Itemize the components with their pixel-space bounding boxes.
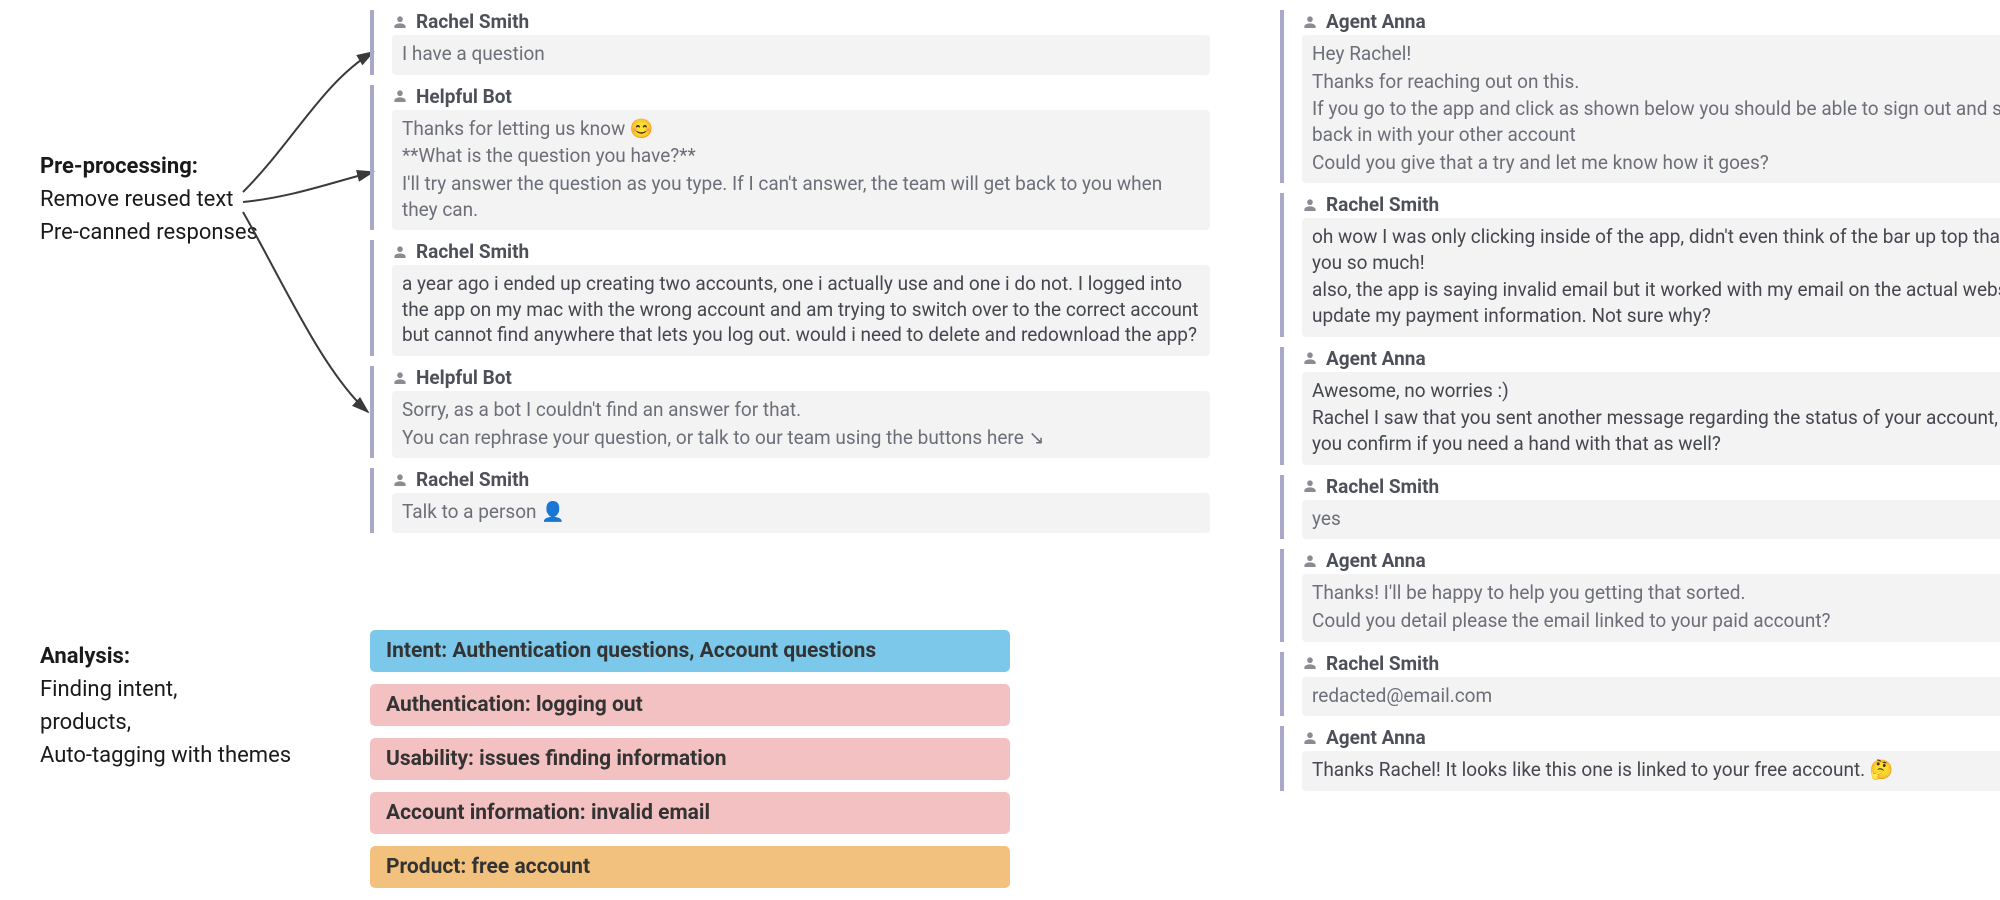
chat-message-line: Thanks for letting us know 😊 bbox=[402, 116, 1200, 142]
chat-message-line: Sorry, as a bot I couldn't find an answe… bbox=[402, 397, 1200, 423]
chat-message: Helpful Bot Sorry, as a bot I couldn't fi… bbox=[370, 366, 1210, 458]
chat-message-line: Hey Rachel! bbox=[1312, 41, 2000, 67]
chat-message-header: Rachel Smith bbox=[392, 240, 1210, 263]
chat-message-header: Rachel Smith bbox=[1302, 193, 2000, 216]
analysis-line: Finding intent, bbox=[40, 673, 291, 706]
person-icon bbox=[392, 370, 408, 386]
person-icon bbox=[1302, 478, 1318, 494]
chat-author-name: Helpful Bot bbox=[416, 85, 512, 108]
chat-message-header: Rachel Smith bbox=[392, 468, 1210, 491]
chat-message-line: Thanks Rachel! It looks like this one is… bbox=[1312, 757, 2000, 783]
chat-thread-right: Agent AnnaHey Rachel!Thanks for reaching… bbox=[1280, 10, 2000, 801]
chat-author-name: Rachel Smith bbox=[1326, 475, 1439, 498]
arrows-preprocessing bbox=[233, 22, 393, 542]
chat-message: Agent AnnaHey Rachel!Thanks for reaching… bbox=[1280, 10, 2000, 183]
chat-message-line: I'll try answer the question as you type… bbox=[402, 171, 1200, 222]
chat-author-name: Rachel Smith bbox=[1326, 193, 1439, 216]
chat-author-name: Helpful Bot bbox=[416, 366, 512, 389]
chat-message: Rachel Smith a year ago i ended up creati… bbox=[370, 240, 1210, 356]
chat-message-body: Thanks Rachel! It looks like this one is… bbox=[1302, 751, 2000, 791]
chat-message-header: Rachel Smith bbox=[1302, 475, 2000, 498]
chat-message: Helpful BotThanks for letting us know 😊*… bbox=[370, 85, 1210, 231]
chat-author-name: Agent Anna bbox=[1326, 726, 1426, 749]
chat-message: Rachel Smith Talk to a person 👤 bbox=[370, 468, 1210, 533]
person-icon bbox=[392, 244, 408, 260]
chat-message-header: Agent Anna bbox=[1302, 10, 2000, 33]
preprocessing-line: Pre-canned responses bbox=[40, 216, 258, 249]
chat-message-body: Talk to a person 👤 bbox=[392, 493, 1210, 533]
tag-authentication: Authentication: logging out bbox=[370, 684, 1010, 726]
preprocessing-title: Pre-processing: bbox=[40, 150, 258, 183]
person-icon bbox=[392, 14, 408, 30]
person-icon bbox=[392, 88, 408, 104]
preprocessing-line: Remove reused text bbox=[40, 183, 258, 216]
chat-message-line: Thanks for reaching out on this. bbox=[1312, 69, 2000, 95]
chat-message-line: Could you give that a try and let me kno… bbox=[1312, 150, 2000, 176]
chat-message-line: oh wow I was only clicking inside of the… bbox=[1312, 224, 2000, 275]
chat-author-name: Agent Anna bbox=[1326, 10, 1426, 33]
chat-message-header: Agent Anna bbox=[1302, 549, 2000, 572]
person-icon bbox=[1302, 350, 1318, 366]
chat-author-name: Rachel Smith bbox=[416, 468, 529, 491]
tag-usability: Usability: issues finding information bbox=[370, 738, 1010, 780]
chat-message-header: Agent Anna bbox=[1302, 726, 2000, 749]
chat-message-line: **What is the question you have?** bbox=[402, 143, 1200, 169]
chat-message-line: You can rephrase your question, or talk … bbox=[402, 425, 1200, 451]
chat-thread-left: Rachel Smith I have a question Helpful Bot… bbox=[370, 10, 1210, 543]
chat-message-line: Talk to a person 👤 bbox=[402, 499, 1200, 525]
chat-message-body: Thanks for letting us know 😊**What is th… bbox=[392, 110, 1210, 231]
analysis-label: Analysis: Finding intent, products, Auto… bbox=[40, 640, 291, 772]
chat-message: Rachel Smith yes bbox=[1280, 475, 2000, 540]
chat-message-body: Awesome, no worries :)Rachel I saw that … bbox=[1302, 372, 2000, 465]
chat-message-line: Thanks! I'll be happy to help you gettin… bbox=[1312, 580, 2000, 606]
tag-account-info: Account information: invalid email bbox=[370, 792, 1010, 834]
chat-message-header: Rachel Smith bbox=[392, 10, 1210, 33]
chat-message-line: redacted@email.com bbox=[1312, 683, 2000, 709]
chat-message-body: a year ago i ended up creating two accou… bbox=[392, 265, 1210, 356]
chat-message-body: Hey Rachel!Thanks for reaching out on th… bbox=[1302, 35, 2000, 183]
chat-message-line: Could you detail please the email linked… bbox=[1312, 608, 2000, 634]
analysis-line: Auto-tagging with themes bbox=[40, 739, 291, 772]
chat-author-name: Rachel Smith bbox=[1326, 652, 1439, 675]
chat-author-name: Agent Anna bbox=[1326, 347, 1426, 370]
chat-message: Agent Anna Thanks! I'll be happy to help … bbox=[1280, 549, 2000, 641]
chat-message-body: I have a question bbox=[392, 35, 1210, 75]
person-icon bbox=[1302, 553, 1318, 569]
chat-message-body: Thanks! I'll be happy to help you gettin… bbox=[1302, 574, 2000, 641]
analysis-line: products, bbox=[40, 706, 291, 739]
chat-message: Agent Anna Thanks Rachel! It looks like t… bbox=[1280, 726, 2000, 791]
chat-message-header: Rachel Smith bbox=[1302, 652, 2000, 675]
tag-intent: Intent: Authentication questions, Accoun… bbox=[370, 630, 1010, 672]
person-icon bbox=[1302, 655, 1318, 671]
person-icon bbox=[1302, 14, 1318, 30]
chat-message-line: also, the app is saying invalid email bu… bbox=[1312, 277, 2000, 328]
chat-message-header: Helpful Bot bbox=[392, 85, 1210, 108]
chat-message-line: Awesome, no worries :) bbox=[1312, 378, 2000, 404]
person-icon bbox=[392, 472, 408, 488]
chat-message-line: If you go to the app and click as shown … bbox=[1312, 96, 2000, 147]
chat-author-name: Agent Anna bbox=[1326, 549, 1426, 572]
chat-message-header: Agent Anna bbox=[1302, 347, 2000, 370]
chat-author-name: Rachel Smith bbox=[416, 10, 529, 33]
chat-message-header: Helpful Bot bbox=[392, 366, 1210, 389]
chat-message-line: yes bbox=[1312, 506, 2000, 532]
chat-message-body: oh wow I was only clicking inside of the… bbox=[1302, 218, 2000, 337]
chat-message: Rachel Smith oh wow I was only clicking i… bbox=[1280, 193, 2000, 337]
chat-message-line: I have a question bbox=[402, 41, 1200, 67]
chat-author-name: Rachel Smith bbox=[416, 240, 529, 263]
chat-message: Agent AnnaAwesome, no worries :)Rachel I… bbox=[1280, 347, 2000, 465]
preprocessing-label: Pre-processing: Remove reused text Pre-c… bbox=[40, 150, 258, 249]
chat-message-body: yes bbox=[1302, 500, 2000, 540]
person-icon bbox=[1302, 730, 1318, 746]
chat-message-line: a year ago i ended up creating two accou… bbox=[402, 271, 1200, 348]
tag-product: Product: free account bbox=[370, 846, 1010, 888]
chat-message-body: Sorry, as a bot I couldn't find an answe… bbox=[392, 391, 1210, 458]
chat-message: Rachel Smith redacted@email.com bbox=[1280, 652, 2000, 717]
analysis-title: Analysis: bbox=[40, 640, 291, 673]
chat-message-line: Rachel I saw that you sent another messa… bbox=[1312, 405, 2000, 456]
analysis-tags: Intent: Authentication questions, Accoun… bbox=[370, 630, 1010, 900]
person-icon bbox=[1302, 197, 1318, 213]
chat-message: Rachel Smith I have a question bbox=[370, 10, 1210, 75]
chat-message-body: redacted@email.com bbox=[1302, 677, 2000, 717]
